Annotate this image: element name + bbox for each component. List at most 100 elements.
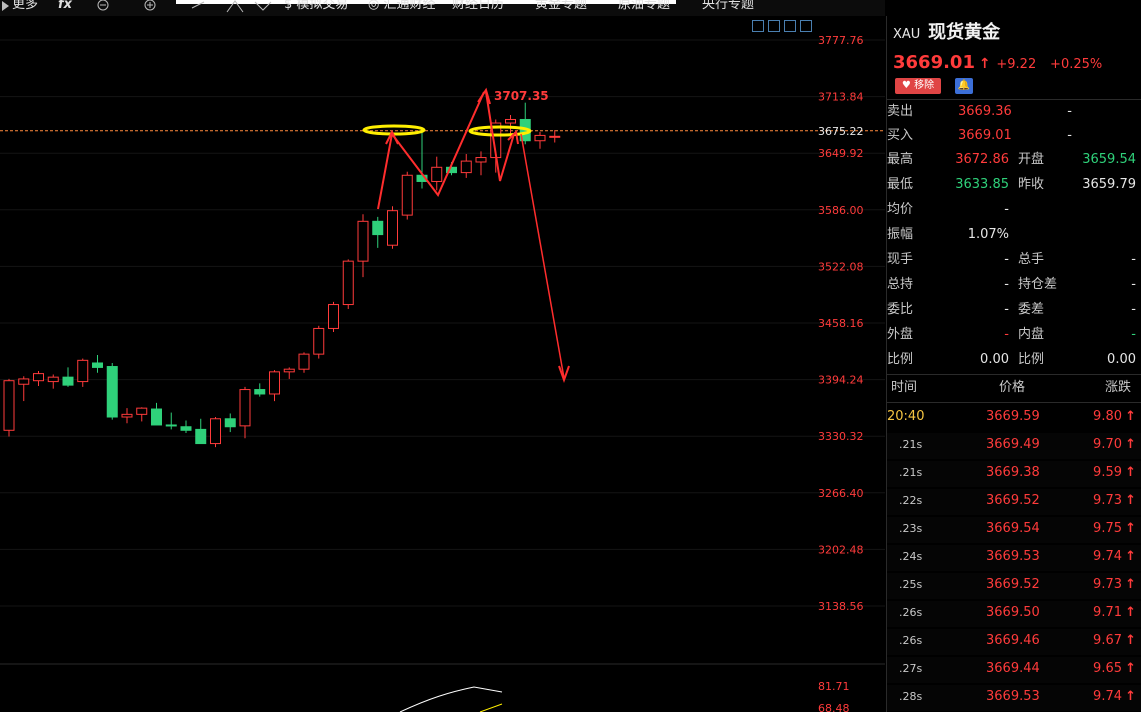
tick-row: .24s 3669.53 9.74 ↑ [887,545,1141,571]
candle-body [342,260,354,306]
y-tick-label: 3586.00 [818,204,864,217]
candle-body [313,327,325,355]
candle [224,413,236,433]
quote-value: - [1004,202,1009,217]
candle [372,216,384,248]
tick-change: 9.75 [1093,521,1122,536]
tick-change: 9.74 [1093,689,1122,704]
quote-value: 1.07% [967,227,1009,242]
candle-body [47,376,59,383]
sim-trade-button[interactable]: $ 模拟交易 [284,0,348,13]
quote-label: 外盘 [887,327,914,342]
candle-body [505,118,516,124]
quote-value-2: 3659.79 [1082,177,1136,192]
quote-label-2: 内盘 [1018,327,1045,342]
quote-label: 最低 [887,177,914,192]
quote-value-2: 3659.54 [1082,152,1136,167]
quote-value: 0.00 [980,352,1009,367]
quote-row: 最低 3633.85 昨收 3659.79 [887,173,1141,197]
tick-up-arrow-icon: ↑ [1125,577,1136,592]
tick-row: .23s 3669.54 9.75 ↑ [887,517,1141,543]
candle [254,383,266,397]
quote-value: - [1004,252,1009,267]
separator [887,402,1141,403]
quote-value-2: - [1067,104,1072,119]
candle [151,402,162,426]
candle-body [62,376,74,386]
tick-row: .26s 3669.50 9.71 ↑ [887,601,1141,627]
quote-value: 3669.01 [958,128,1012,143]
candle [47,374,59,389]
fx-finance-button[interactable]: ◎ 汇通财经 [368,0,436,13]
quote-row: 振幅 1.07% [887,223,1141,247]
heart-icon: ♥ [901,80,911,91]
tick-change: 9.74 [1093,549,1122,564]
indicator-line-yellow [479,703,503,712]
calendar-button[interactable]: 财经日历 [452,0,504,13]
candle [62,367,74,387]
grid-layer [0,39,885,607]
ticks-header-change: 涨跌 [1105,380,1132,395]
zoom-out-icon[interactable] [96,0,112,14]
price-line: 3669.01 ↑ +9.22 +0.25% [893,50,1102,76]
zoom-in-icon[interactable] [143,0,159,14]
cb-topic-button[interactable]: 央行专题 [702,0,754,13]
candle-body [283,368,295,373]
price-change: +9.22 [996,57,1037,72]
tick-price: 3669.59 [986,409,1040,424]
tick-time: .23s [899,522,923,535]
indicator-tick-2: 68.48 [818,702,850,712]
quote-row: 均价 - [887,198,1141,222]
gold-topic-button[interactable]: 黄金专题 [535,0,587,13]
quote-label-2: 比例 [1018,352,1045,367]
candle-body [431,166,443,182]
more-button[interactable]: 更多 [12,0,38,13]
triangle-down-icon[interactable] [254,0,274,14]
tick-price: 3669.50 [986,605,1040,620]
ticks-header-price: 价格 [999,380,1026,395]
tick-row: 20:40 3669.59 9.80 ↑ [887,405,1141,431]
highlight-ellipse-left [362,124,426,136]
tick-price: 3669.53 [986,689,1040,704]
candle [77,358,89,387]
bell-icon[interactable]: 🔔 [955,78,973,94]
candle-body [298,353,310,370]
candle [342,259,354,309]
tick-up-arrow-icon: ↑ [1125,689,1136,704]
quote-label: 买入 [887,128,914,143]
candle [92,355,103,373]
candle [431,156,443,191]
tick-up-arrow-icon: ↑ [1125,465,1136,480]
quote-label-2: 开盘 [1018,152,1045,167]
tick-up-arrow-icon: ↑ [1125,661,1136,676]
candle-body [401,174,413,216]
candle [210,417,221,448]
triangle-up-icon[interactable] [226,0,246,14]
quote-value: - [1004,302,1009,317]
price-change-pct: +0.25% [1050,57,1103,72]
fx-button[interactable]: fx [58,0,72,13]
candle [401,171,413,220]
quote-row: 卖出 3669.36 - [887,100,1141,124]
quote-label-2: 委差 [1018,302,1045,317]
candle [3,378,15,437]
candle-body [534,134,546,142]
arrow-up-path-1 [377,91,485,210]
tick-up-arrow-icon: ↑ [1125,605,1136,620]
candle-layer [3,102,561,448]
kline-chart[interactable]: 3777.76 3713.84 3649.92 3586.00 3522.08 3458.… [0,16,885,712]
remove-button[interactable]: ♥ 移除 [895,78,941,94]
candle-body [106,366,118,418]
candle-body [121,413,133,418]
y-tick-label: 3138.56 [818,600,864,613]
tick-time: .26s [899,606,923,619]
candle [33,370,44,387]
quote-value-2: - [1067,128,1072,143]
quote-value-2: - [1131,327,1136,342]
last-price: 3669.01 [893,52,975,73]
candle [328,301,339,332]
pen-icon[interactable] [190,0,210,14]
tick-change: 9.70 [1093,437,1122,452]
oil-topic-button[interactable]: 原油专题 [618,0,670,13]
candle-body [151,408,162,426]
